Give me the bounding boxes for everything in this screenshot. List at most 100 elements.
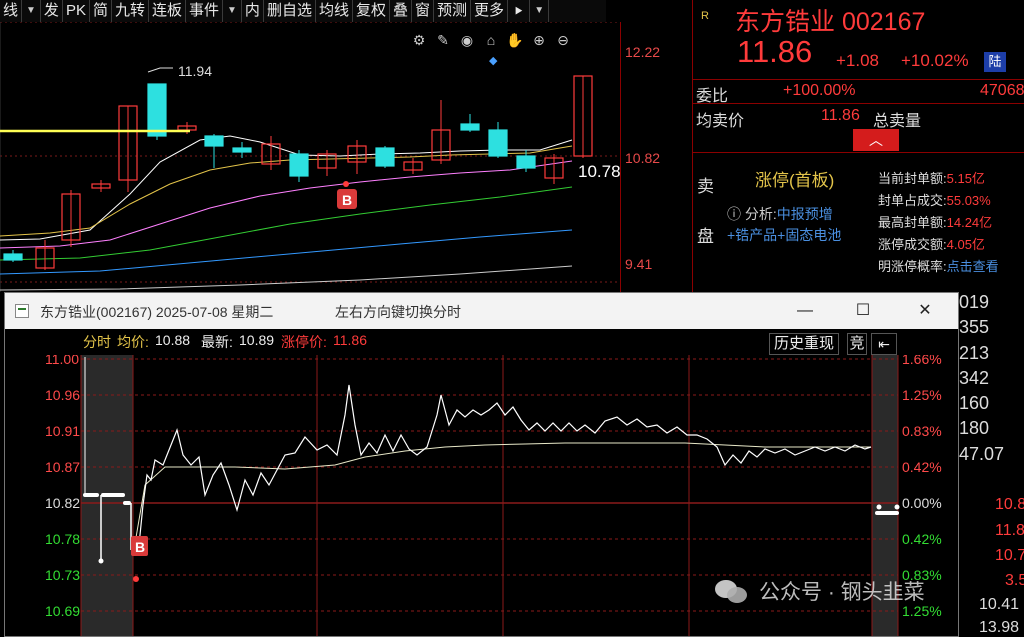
minimize-icon[interactable]: —	[793, 299, 817, 323]
watermark-text: 公众号 · 钢头韭菜	[759, 581, 925, 604]
weibi-value: +100.00%	[783, 82, 856, 99]
toolbar-nei[interactable]: 内	[242, 0, 264, 22]
avg-price-line	[132, 442, 871, 556]
analysis-block[interactable]: ⓘ 分析:中报预增+锆产品+固态电池	[727, 204, 845, 246]
price-tick: 10.82	[45, 495, 80, 511]
high-price-label: 11.94	[178, 63, 212, 79]
latest-value: 10.89	[239, 332, 275, 348]
toolbar-nav-right-icon[interactable]: ⯈	[508, 0, 531, 22]
toolbar-lianban[interactable]: 连板	[149, 0, 186, 22]
price-change: +1.08	[836, 51, 880, 70]
metric-next-limit-prob[interactable]: 明涨停概率:点击查看	[878, 256, 999, 275]
strip-value: 342	[959, 368, 990, 388]
price-change-pct: +10.02%	[901, 51, 969, 70]
pct-tick: 0.42%	[902, 531, 942, 547]
popup-title: 东方锆业(002167) 2025-07-08 星期二	[40, 304, 274, 320]
lu-badge[interactable]: 陆	[984, 52, 1006, 72]
metric-seal-amount: 当前封单额:5.15亿	[878, 171, 985, 186]
metric-seal-ratio: 封单占成交:55.03%	[878, 193, 991, 208]
maximize-icon[interactable]: ☐	[851, 299, 875, 323]
watermark: 公众号 · 钢头韭菜	[715, 576, 925, 606]
toolbar-more[interactable]: 更多	[471, 0, 509, 22]
history-replay-button[interactable]: 历史重现	[769, 333, 840, 355]
strip-value: 213	[959, 343, 990, 363]
current-price-label: 10.78	[578, 162, 620, 181]
strip-value: 019	[959, 292, 990, 312]
toolbar-pk[interactable]: PK	[63, 0, 90, 22]
price-tick: 10.78	[45, 531, 80, 547]
pct-tick: 0.83%	[902, 423, 942, 439]
weibi-number: 47068	[980, 82, 1024, 99]
app-icon	[15, 304, 29, 318]
toolbar-remove-watchlist[interactable]: 删自选	[264, 0, 316, 22]
toolbar-window[interactable]: 窗	[412, 0, 435, 22]
sell-side-label-2: 盘	[697, 227, 714, 246]
toolbar-dropdown-1[interactable]: ▼	[22, 0, 41, 22]
right-data-strip: 019 355 213 342 160 180 47.07 10.8 11.8 …	[959, 292, 1024, 637]
toolbar-fa[interactable]: 发	[41, 0, 63, 22]
sell-side-label-1: 卖	[697, 177, 714, 196]
metric-limit-turnover: 涨停成交额:4.05亿	[878, 237, 985, 252]
strip-value: 47.07	[959, 444, 1005, 464]
toolbar-dropdown-2[interactable]: ▼	[223, 0, 242, 22]
price-tick: 10.96	[45, 387, 80, 403]
axis-tick-mid: 10.82	[625, 150, 661, 166]
analysis-label: 分析:	[744, 206, 777, 222]
avg-price-label: 均价:	[117, 334, 149, 350]
avg-sell-label: 均卖价	[696, 113, 745, 130]
strip-red-value: 3.5	[1005, 572, 1024, 589]
toolbar-ma[interactable]: 均线	[316, 0, 353, 22]
avg-sell-value: 11.86	[821, 107, 860, 124]
axis-tick-low: 9.41	[625, 256, 653, 272]
strip-value: 180	[959, 418, 990, 438]
toolbar-forecast[interactable]: 预测	[434, 0, 472, 22]
kline-price-axis: 12.22 10.82 9.41	[620, 22, 692, 292]
limit-price-label: 涨停价:	[281, 334, 327, 350]
strip-value: 355	[959, 317, 990, 337]
toolbar-line[interactable]: 线	[0, 0, 23, 22]
strip-value: 13.98	[979, 619, 1020, 636]
limit-price-value: 11.86	[333, 332, 367, 348]
pct-tick: 0.42%	[902, 459, 942, 475]
intraday-buy-text: B	[135, 539, 145, 555]
diamond-marker-icon: ◆	[489, 54, 498, 67]
toolbar-events[interactable]: 事件	[186, 0, 224, 22]
toolbar-overlay[interactable]: 叠	[390, 0, 412, 22]
strip-red-value: 10.7	[995, 547, 1024, 564]
strip-value: 10.41	[979, 596, 1020, 613]
quote-panel: R 东方锆业 002167 11.86 +1.08 +10.02% 陆 委比 +…	[692, 0, 1024, 292]
last-price: 11.86	[737, 34, 813, 69]
toolbar-fuquan[interactable]: 复权	[353, 0, 390, 22]
popup-titlebar[interactable]: 东方锆业(002167) 2025-07-08 星期二 左右方向键切换分时 — …	[5, 293, 958, 329]
collapse-up-button[interactable]: ︿	[853, 129, 899, 151]
total-sell-label: 总卖量	[873, 113, 922, 130]
price-tick: 10.87	[45, 459, 80, 475]
close-icon[interactable]: ✕	[913, 299, 937, 323]
kline-chart[interactable]: 11.94 10.78 B ◆	[0, 22, 620, 292]
auction-button[interactable]: 竞	[847, 333, 867, 355]
wechat-logo-icon	[715, 578, 749, 604]
strip-red-value: 11.8	[995, 522, 1024, 539]
price-tick: 11.00	[45, 355, 79, 367]
strip-value: 160	[959, 393, 990, 413]
latest-label: 最新:	[201, 334, 233, 350]
buy-marker-text: B	[342, 192, 352, 208]
toolbar-jiuzhuan[interactable]: 九转	[112, 0, 149, 22]
axis-tick-high: 12.22	[625, 44, 661, 60]
pct-tick: 0.00%	[902, 495, 942, 511]
main-toolbar: 线 ▼ 发 PK 简 九转 连板 事件 ▼ 内 删自选 均线 复权 叠 窗 预测…	[0, 0, 606, 22]
high-leader-line	[147, 67, 173, 73]
pct-tick: 1.25%	[902, 387, 942, 403]
stock-name-code: 东方锆业 002167	[735, 8, 926, 36]
price-tick: 10.91	[45, 423, 80, 439]
buy-point-dot	[133, 576, 139, 582]
pct-tick: 1.66%	[902, 355, 942, 367]
toolbar-simple[interactable]: 简	[90, 0, 112, 22]
info-circle-icon: ⓘ	[727, 206, 745, 222]
back-to-start-icon[interactable]: ⇤	[871, 333, 897, 355]
r-mark: R	[701, 10, 709, 22]
price-line	[132, 384, 872, 556]
limit-up-tag: 涨停(首板)	[755, 171, 835, 190]
toolbar-dropdown-3[interactable]: ▼	[530, 0, 550, 22]
price-tick: 10.73	[45, 567, 80, 583]
